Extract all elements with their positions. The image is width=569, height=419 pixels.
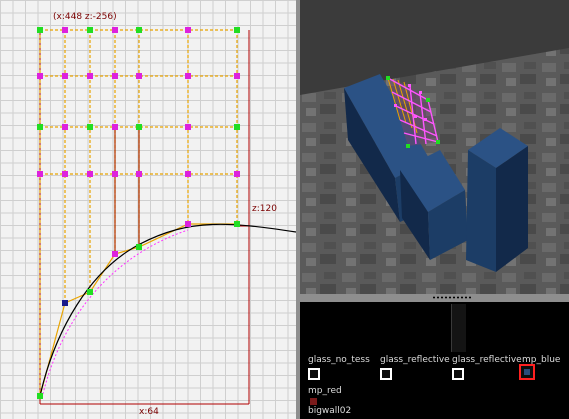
bottom-coordinate-label: x:64 xyxy=(139,407,159,417)
texture-thumb-mp-red[interactable] xyxy=(310,398,317,405)
grid-view[interactable]: (x:448 z:-256) z:120 x:64 xyxy=(0,0,296,419)
texture-thumb-glass-reflective-2[interactable] xyxy=(452,368,464,380)
control-point-handle[interactable] xyxy=(136,27,142,33)
control-point-handle[interactable] xyxy=(37,124,43,130)
top-coordinate-label: (x:448 z:-256) xyxy=(53,12,117,22)
control-point-handle[interactable] xyxy=(234,27,240,33)
control-point-handle[interactable] xyxy=(185,171,191,177)
texture-label-glass-reflective-2: glass_reflective xyxy=(452,355,522,365)
control-point-handle[interactable] xyxy=(136,171,142,177)
control-point-handle[interactable] xyxy=(234,124,240,130)
control-point-handle[interactable] xyxy=(87,171,93,177)
control-point-handle[interactable] xyxy=(185,221,191,227)
camera-scene[interactable] xyxy=(300,0,569,294)
texture-label-mp-red: mp_red xyxy=(308,386,342,396)
control-point-handle[interactable] xyxy=(112,251,118,257)
camera-texture-splitter[interactable] xyxy=(300,294,569,302)
control-point-handle[interactable] xyxy=(112,171,118,177)
control-point-handle[interactable] xyxy=(62,73,68,79)
control-point-handle[interactable] xyxy=(62,124,68,130)
control-point-handle[interactable] xyxy=(136,124,142,130)
control-point-handle[interactable] xyxy=(87,289,93,295)
control-point-handle[interactable] xyxy=(234,221,240,227)
control-point-handle[interactable] xyxy=(87,27,93,33)
control-point-handle[interactable] xyxy=(112,27,118,33)
control-point-handle[interactable] xyxy=(62,171,68,177)
patch-solid-edges xyxy=(39,127,237,397)
selected-control-point[interactable] xyxy=(62,300,68,306)
control-point-handle[interactable] xyxy=(37,393,43,399)
texture-thumb-glass-no-tess[interactable] xyxy=(308,368,320,380)
control-point-handle[interactable] xyxy=(185,27,191,33)
control-point-handle[interactable] xyxy=(112,73,118,79)
splitter-grip[interactable] xyxy=(432,296,472,299)
control-point-handle[interactable] xyxy=(185,124,191,130)
control-point-handle[interactable] xyxy=(62,27,68,33)
control-point-handle[interactable] xyxy=(87,124,93,130)
texture-thumb-glass-reflective-1[interactable] xyxy=(380,368,392,380)
control-point-handle[interactable] xyxy=(136,244,142,250)
texture-label-glass-reflective-1: glass_reflective xyxy=(380,355,450,365)
texture-browser[interactable]: glass_no_tess glass_reflective glass_ref… xyxy=(300,302,569,419)
control-point-handle[interactable] xyxy=(37,27,43,33)
control-point-handle[interactable] xyxy=(37,73,43,79)
control-point-handle[interactable] xyxy=(136,73,142,79)
patch-bounding-frame xyxy=(39,30,250,405)
control-point-handle[interactable] xyxy=(37,171,43,177)
texture-preview-tall[interactable] xyxy=(451,304,466,352)
texture-label-glass-no-tess: glass_no_tess xyxy=(308,355,370,365)
camera-view[interactable] xyxy=(300,0,569,294)
control-point-handle[interactable] xyxy=(185,73,191,79)
texture-thumb-mp-blue[interactable] xyxy=(519,364,535,380)
texture-label-bigwall02: bigwall02 xyxy=(308,406,352,416)
control-point-handle[interactable] xyxy=(234,73,240,79)
control-point-handle[interactable] xyxy=(87,73,93,79)
patch-curve xyxy=(39,223,296,397)
control-point-handle[interactable] xyxy=(112,124,118,130)
right-coordinate-label: z:120 xyxy=(252,204,277,214)
control-point-handle[interactable] xyxy=(234,171,240,177)
